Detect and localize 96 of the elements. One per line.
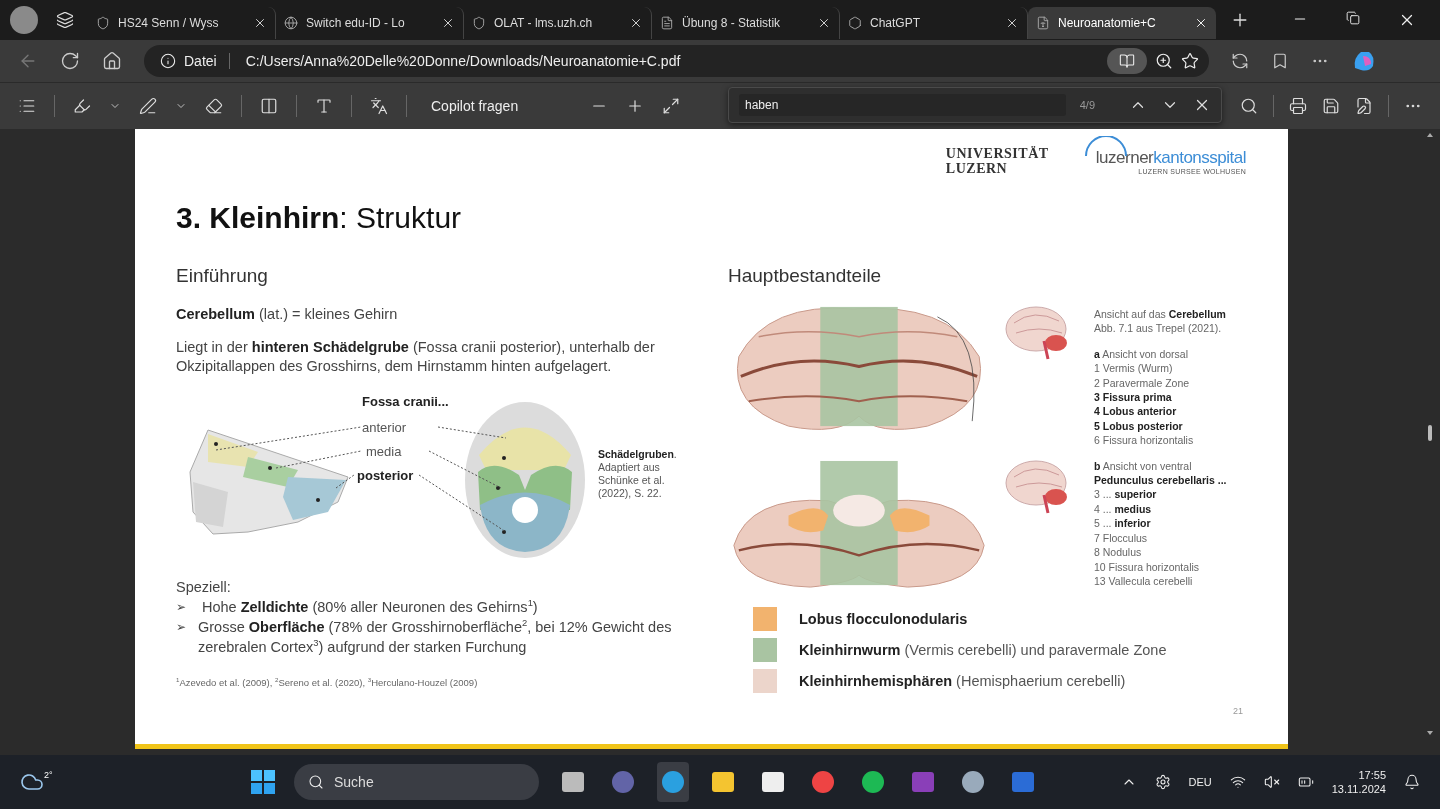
fit-page-icon[interactable] bbox=[662, 97, 681, 115]
legend-label: Kleinhirnhemisphären (Hemisphaerium cerebelli) bbox=[799, 673, 1126, 689]
figure-caption: Schädelgruben. Adaptiert aus Schünke et al. (2022), S. 22. bbox=[598, 448, 678, 500]
section-heading: Hauptbestandteile bbox=[728, 265, 883, 287]
search-icon[interactable] bbox=[1240, 97, 1258, 115]
leader-line bbox=[335, 474, 355, 489]
tab-favicon-icon[interactable] bbox=[1036, 16, 1050, 30]
caption-line: 4 Lobus anterior bbox=[1094, 404, 1178, 419]
list-intro: Speziell: bbox=[176, 578, 232, 597]
page-number: 21 bbox=[1233, 706, 1243, 716]
find-field[interactable]: haben bbox=[739, 94, 1066, 116]
tab-favicon-icon[interactable] bbox=[660, 16, 674, 30]
caption-line: 10 Fissura horizontalis bbox=[1094, 559, 1201, 574]
close-icon[interactable] bbox=[1194, 16, 1208, 30]
tab-favicon-icon[interactable] bbox=[848, 16, 862, 30]
legend-label: Kleinhirnwurm (Vermis cerebelli) und paravermale Zone bbox=[799, 642, 1167, 658]
profile-avatar[interactable] bbox=[10, 6, 38, 34]
caption-line: 6 Fissura horizontalis bbox=[1094, 433, 1195, 448]
footnote: $^{1}$Azevedo et al. (2009), $^{2}$Sereno et al. (2020), $^{3}$Herculano-Houzel (2009) bbox=[176, 677, 479, 688]
caption-line: 5 Lobus posterior bbox=[1094, 418, 1184, 434]
close-icon[interactable] bbox=[629, 16, 643, 30]
browser-tab[interactable]: OLAT - lms.uzh.ch bbox=[464, 7, 652, 39]
bullet-icon: ➢ bbox=[176, 597, 190, 617]
translate-icon[interactable] bbox=[370, 97, 388, 115]
favorites-icon[interactable] bbox=[1271, 52, 1289, 70]
figure-label: anterior bbox=[362, 420, 407, 435]
refresh-icon[interactable] bbox=[1231, 52, 1249, 70]
temperature: 2° bbox=[44, 770, 53, 780]
page-view-icon[interactable] bbox=[260, 97, 278, 115]
edit-icon[interactable] bbox=[1355, 97, 1373, 115]
caption-line: 13 Vallecula cerebelli bbox=[1094, 573, 1194, 589]
caption-line: 7 Flocculus bbox=[1094, 530, 1149, 546]
draw-icon[interactable] bbox=[139, 97, 157, 115]
save-icon[interactable] bbox=[1322, 97, 1340, 115]
figure-label: media bbox=[366, 444, 402, 459]
caption-line: 5 ... inferior bbox=[1094, 516, 1152, 531]
caption-line: b Ansicht von ventral bbox=[1094, 458, 1193, 474]
slide-title: 3. Kleinhirn: Struktur bbox=[176, 201, 463, 235]
clock[interactable]: 17:55 13.11.2024 bbox=[1331, 768, 1386, 796]
university-logo: UNIVERSITÄT LUZERN bbox=[945, 146, 1050, 176]
hospital-logo: luzernerkantonsspital bbox=[1095, 147, 1246, 168]
copilot-button[interactable]: Copilot fragen bbox=[425, 94, 525, 118]
volume-muted-icon[interactable] bbox=[1263, 774, 1280, 790]
highlight-icon[interactable] bbox=[73, 97, 91, 115]
caption-line: Pedunculus cerebellaris ... bbox=[1094, 473, 1228, 488]
location-text: Liegt in der hinteren Schädelgrube (Fossa cranii posterior), unterhalb der Okzipitallappen des Grosshirns, dem Hirnstamm hinten aufgelagert. bbox=[176, 338, 656, 376]
caption-line: 8 Nodulus bbox=[1094, 545, 1143, 560]
search-field[interactable]: Suche bbox=[294, 764, 539, 800]
info-icon[interactable] bbox=[160, 53, 176, 69]
close-icon[interactable] bbox=[1005, 16, 1019, 30]
caption-line: Abb. 7.1 aus Trepel (2021). bbox=[1094, 321, 1223, 336]
notification-icon[interactable] bbox=[1404, 774, 1420, 790]
caption-line: a Ansicht von dorsal bbox=[1094, 346, 1189, 362]
read-aloud-icon[interactable] bbox=[315, 97, 333, 115]
reload-icon[interactable] bbox=[60, 51, 80, 71]
caption-line: 1 Vermis (Wurm) bbox=[1094, 361, 1174, 376]
tab-favicon-icon[interactable] bbox=[96, 16, 110, 30]
bullet-text: Hohe Zelldichte (80% aller Neuronen des Gehirns$^{1}$) bbox=[202, 597, 538, 617]
print-icon[interactable] bbox=[1289, 97, 1307, 115]
caption-line: 4 ... medius bbox=[1094, 501, 1153, 517]
leader-line bbox=[437, 426, 507, 439]
browser-tab[interactable]: HS24 Senn / Wyss bbox=[88, 7, 276, 39]
zoom-icon[interactable] bbox=[1155, 52, 1173, 70]
wifi-icon[interactable] bbox=[1229, 774, 1246, 790]
definition-text: Cerebellum (lat.) = kleines Gehirn bbox=[176, 305, 399, 324]
address-field[interactable]: Datei C:/Users/Anna%20Delle%20Donne/Downloads/Neuroanatomie+C.pdf bbox=[144, 45, 1209, 77]
caption-line: 2 Paravermale Zone bbox=[1094, 375, 1191, 391]
close-icon[interactable] bbox=[253, 16, 267, 30]
caption-line: 3 ... superior bbox=[1094, 487, 1158, 502]
caption-line: Ansicht auf das Cerebellum bbox=[1094, 307, 1227, 322]
close-icon[interactable] bbox=[817, 16, 831, 30]
browser-tab[interactable]: Neuroanatomie+C bbox=[1028, 7, 1216, 39]
favorite-icon[interactable] bbox=[1181, 52, 1199, 70]
caption-line: 3 Fissura prima bbox=[1094, 390, 1173, 405]
language-indicator[interactable]: DEU bbox=[1188, 776, 1212, 788]
close-icon[interactable] bbox=[441, 16, 455, 30]
bullet-icon: ➢ bbox=[176, 617, 186, 657]
figure-label: posterior bbox=[357, 468, 414, 483]
match-count: 4/9 bbox=[1079, 99, 1095, 111]
browser-tab[interactable]: Switch edu-ID - Lo bbox=[276, 7, 464, 39]
search-icon[interactable] bbox=[308, 774, 324, 790]
section-heading: Einführung bbox=[176, 265, 269, 287]
tab-actions-icon[interactable] bbox=[56, 11, 74, 29]
start-icon[interactable] bbox=[250, 769, 276, 795]
bullet-text: Grosse Oberfläche (78% der Grosshirnoberfläche$^{2}$, bei 12% Gewicht des zerebralen Cortex$^{3}$) aufgrund der starken Furchung bbox=[198, 617, 673, 657]
contents-icon[interactable] bbox=[18, 97, 36, 115]
reading-mode-icon[interactable] bbox=[1119, 53, 1135, 69]
browser-tab[interactable]: Übung 8 - Statistik bbox=[652, 7, 840, 39]
eraser-icon[interactable] bbox=[205, 97, 223, 115]
tab-favicon-icon[interactable] bbox=[284, 16, 298, 30]
battery-icon[interactable] bbox=[1297, 774, 1314, 790]
figure-label: Fossa cranii... bbox=[362, 394, 449, 409]
legend-label: Lobus flocculonodularis bbox=[799, 611, 968, 627]
home-icon[interactable] bbox=[102, 51, 122, 71]
tab-favicon-icon[interactable] bbox=[472, 16, 486, 30]
restore-icon[interactable] bbox=[1346, 11, 1360, 25]
